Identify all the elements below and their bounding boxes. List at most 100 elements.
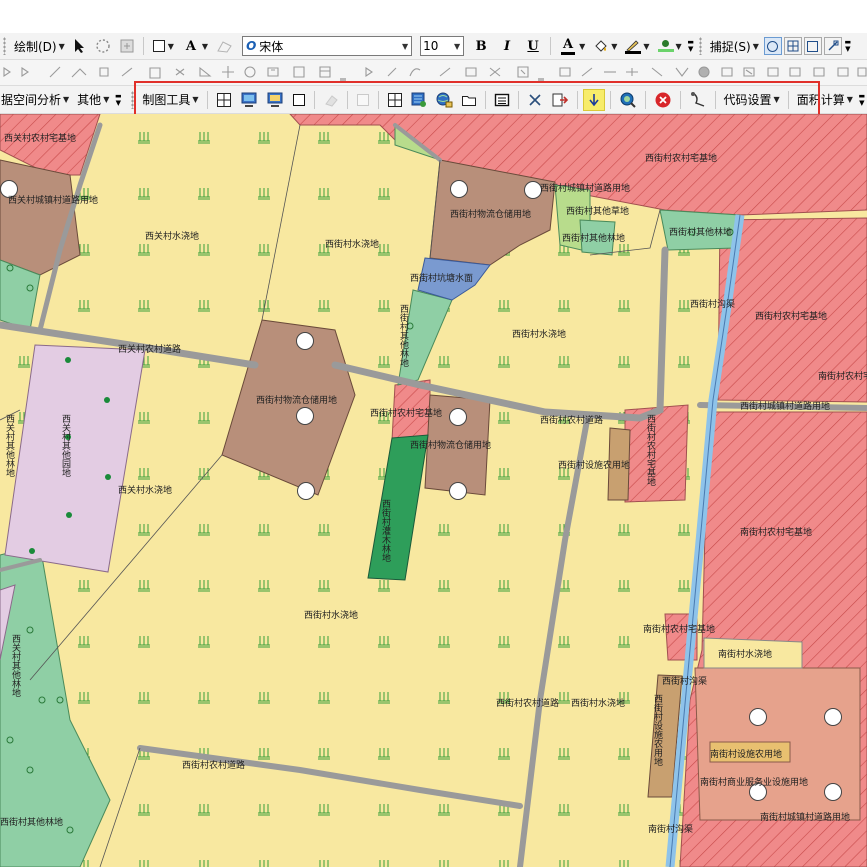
map-label: 西街村物流仓储用地 bbox=[450, 210, 532, 220]
text-tool-glyph: A bbox=[185, 38, 196, 54]
map-label: 南街村农村宅基地 bbox=[818, 372, 867, 382]
toolbar-grip[interactable] bbox=[698, 37, 702, 55]
toolbar-grip[interactable] bbox=[131, 90, 135, 109]
point-snapping-button[interactable] bbox=[763, 37, 782, 55]
map-label: 西关村水浇地 bbox=[145, 232, 200, 242]
font-selector[interactable]: O 宋体 ▼ bbox=[239, 35, 415, 57]
edit-vertices-icon bbox=[217, 41, 232, 53]
snapping-menu-button[interactable]: 捕捉(S) ▼ bbox=[707, 35, 762, 57]
caliper-icon bbox=[690, 91, 704, 107]
search-button[interactable] bbox=[616, 89, 640, 111]
draw-menu-button[interactable]: 绘制(D) ▼ bbox=[11, 35, 68, 57]
storage-symbol bbox=[449, 408, 467, 426]
map-label: 西街村农村宅基地 bbox=[645, 154, 718, 164]
measure-tool-button[interactable] bbox=[686, 89, 710, 111]
toolbar-options-chevron[interactable]: ▬ ▼ bbox=[857, 89, 867, 111]
trim-icon bbox=[651, 67, 663, 76]
marker-color-button[interactable]: ▼ bbox=[655, 35, 685, 57]
zoom-to-selected-button[interactable] bbox=[116, 35, 138, 57]
area-calc-label: 面积计算 bbox=[796, 93, 845, 107]
italic-button[interactable]: I bbox=[495, 35, 519, 57]
buffer-icon bbox=[789, 66, 801, 77]
draw-menu-label: 绘制(D) bbox=[14, 39, 57, 54]
edit-vertices-button[interactable] bbox=[213, 35, 237, 57]
toolbar-options-chevron[interactable]: ▬ ▼ bbox=[686, 35, 696, 57]
toolbar-options-chevron[interactable]: ▬ ▼ bbox=[843, 35, 853, 57]
line-color-button[interactable]: ▼ bbox=[622, 35, 652, 57]
edge-snapping-button[interactable] bbox=[823, 37, 842, 55]
area-calc-menu[interactable]: 面积计算 ▼ bbox=[794, 89, 856, 111]
rectangle-tool-button[interactable]: ▼ bbox=[149, 35, 177, 57]
reshape-icon bbox=[199, 66, 212, 77]
clip-icon bbox=[517, 65, 529, 78]
map-label: 南街村农村宅基地 bbox=[740, 528, 813, 538]
code-settings-label: 代码设置 bbox=[723, 93, 772, 107]
attribute-table-button[interactable] bbox=[491, 89, 513, 111]
font-color-button[interactable]: A ▼ bbox=[556, 35, 588, 57]
document-arrow-icon bbox=[552, 93, 568, 106]
font-size-selector[interactable]: 10 ▼ bbox=[417, 35, 467, 57]
map-label: 西街村沟渠 bbox=[690, 300, 736, 310]
frame-button[interactable] bbox=[289, 89, 309, 111]
text-tool-button[interactable]: A ▼ bbox=[179, 35, 211, 57]
map-canvas[interactable]: 西关村农村宅基地 西关村城镇村道路用地 西关村水浇地 西街村水浇地 西街村物流仓… bbox=[0, 114, 867, 867]
map-label: 西街村其他林地 bbox=[398, 304, 408, 367]
map-label: 西街村农村道路 bbox=[540, 416, 604, 426]
toolbar-separator bbox=[313, 90, 315, 109]
chevron-down-icon: ▼ bbox=[675, 41, 682, 51]
table-icon bbox=[293, 65, 305, 78]
cartography-tools-menu[interactable]: 制图工具 ▼ bbox=[139, 89, 201, 111]
select-elements-button[interactable] bbox=[70, 35, 90, 57]
grid-layout-button[interactable] bbox=[213, 89, 235, 111]
edit-arrow-icon bbox=[21, 66, 29, 77]
rotate-icon bbox=[96, 39, 110, 53]
window-top-strip bbox=[0, 0, 867, 33]
close-tool-button[interactable] bbox=[651, 89, 675, 111]
map-label: 西街村沟渠 bbox=[662, 677, 708, 687]
map-label: 南街村城镇村道路用地 bbox=[760, 813, 851, 823]
font-name-field[interactable]: O 宋体 ▼ bbox=[242, 36, 413, 56]
download-button[interactable] bbox=[582, 88, 605, 111]
layer-map-button[interactable] bbox=[408, 89, 430, 111]
toolbar-options-chevron bbox=[340, 77, 346, 81]
map-label: 西街村其他草地 bbox=[566, 207, 630, 217]
toolbar-options-chevron[interactable]: ▬ ▼ bbox=[113, 89, 123, 111]
arrow-down-icon bbox=[588, 93, 599, 106]
end-snapping-button[interactable] bbox=[783, 37, 802, 55]
map-export-button[interactable] bbox=[237, 89, 261, 111]
print-preview-button[interactable] bbox=[263, 89, 287, 111]
map-label: 西关村其他园地 bbox=[60, 414, 70, 477]
end-snap-icon bbox=[787, 40, 799, 52]
vertex-snap-icon bbox=[807, 40, 819, 52]
map-label: 西街村水浇地 bbox=[304, 611, 359, 621]
folder-frame-button[interactable] bbox=[458, 89, 480, 111]
scale-icon bbox=[837, 66, 849, 77]
globe-tool-button[interactable] bbox=[432, 89, 456, 111]
rectangle-edit-icon bbox=[149, 66, 161, 79]
other-menu[interactable]: 其他 ▼ bbox=[74, 89, 112, 111]
storage-symbol bbox=[450, 180, 468, 198]
fill-color-button[interactable]: ▼ bbox=[590, 35, 620, 57]
scissors-x-icon bbox=[528, 93, 541, 106]
bold-button[interactable]: B bbox=[469, 35, 493, 57]
rotate-button[interactable] bbox=[92, 35, 114, 57]
export-data-button[interactable] bbox=[548, 89, 572, 111]
toolbar-separator bbox=[714, 90, 716, 109]
toolbar-grip[interactable] bbox=[3, 37, 6, 55]
toolbar-separator bbox=[576, 90, 578, 109]
delete-feature-button[interactable] bbox=[524, 89, 546, 111]
font-size-value: 10 bbox=[423, 39, 439, 53]
font-size-field[interactable]: 10 ▼ bbox=[420, 36, 465, 56]
spatial-analysis-menu[interactable]: 据空间分析 ▼ bbox=[1, 89, 72, 111]
sphere-icon bbox=[698, 65, 710, 78]
storage-symbol bbox=[449, 482, 467, 500]
underline-button[interactable]: U bbox=[521, 35, 545, 57]
toolbar-separator bbox=[206, 90, 208, 109]
pen-icon bbox=[626, 40, 639, 51]
clear-graphics-button[interactable] bbox=[320, 89, 342, 111]
close-icon bbox=[655, 92, 671, 107]
blank-frame-button[interactable] bbox=[353, 89, 373, 111]
grid-frame-button[interactable] bbox=[384, 89, 406, 111]
code-settings-menu[interactable]: 代码设置 ▼ bbox=[721, 89, 783, 111]
vertex-snapping-button[interactable] bbox=[803, 37, 822, 55]
